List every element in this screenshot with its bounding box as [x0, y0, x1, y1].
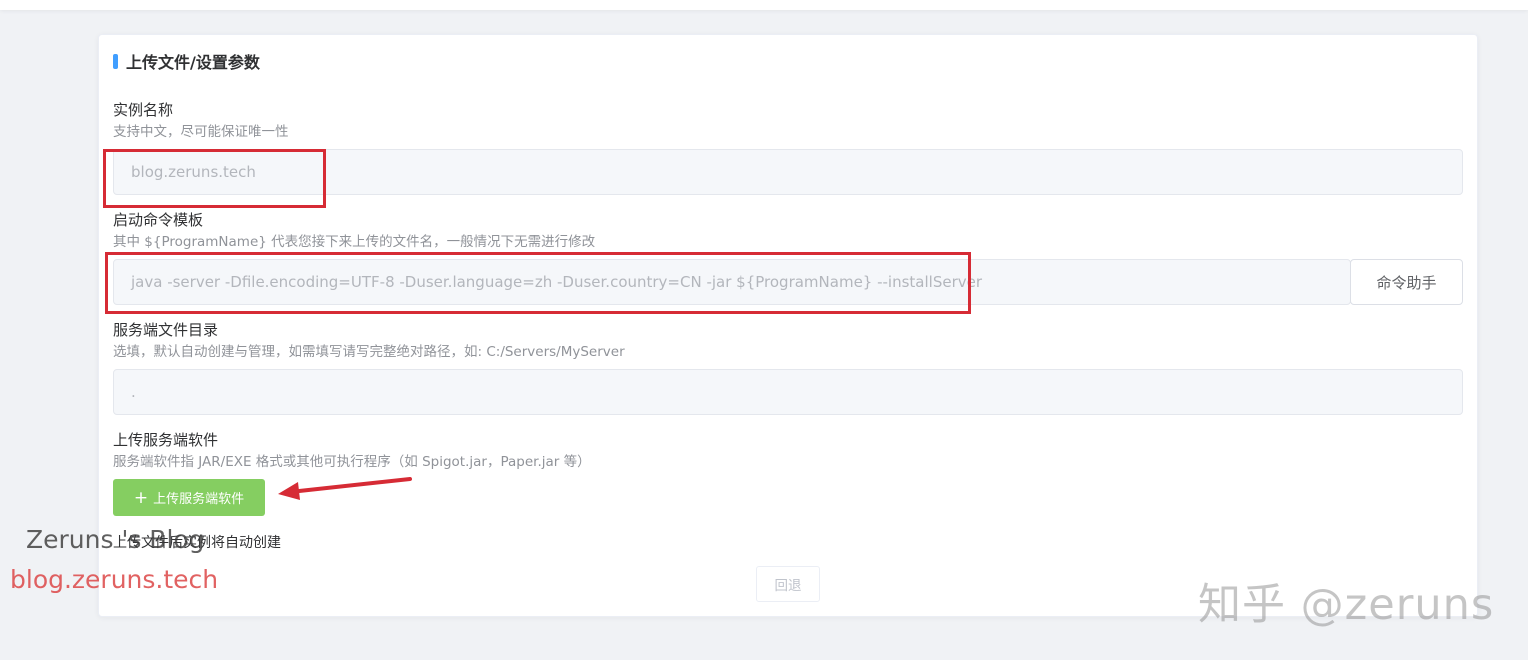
- watermark-url: blog.zeruns.tech: [10, 565, 219, 594]
- server-dir-value: .: [131, 383, 136, 401]
- start-command-hint: 其中 ${ProgramName} 代表您接下来上传的文件名，一般情况下无需进行…: [113, 234, 596, 250]
- instance-name-hint: 支持中文，尽可能保证唯一性: [113, 124, 289, 140]
- upload-server-software-button[interactable]: + 上传服务端软件: [113, 479, 265, 516]
- instance-name-label: 实例名称: [113, 101, 174, 119]
- arrow-left-icon: [278, 477, 412, 500]
- upload-hint: 服务端软件指 JAR/EXE 格式或其他可执行程序（如 Spigot.jar，P…: [113, 454, 591, 470]
- back-button[interactable]: 回退: [756, 566, 820, 602]
- section-title-accent-bar: [113, 53, 118, 69]
- section-title-text: 上传文件/设置参数: [126, 53, 260, 72]
- command-helper-button[interactable]: 命令助手: [1350, 259, 1463, 305]
- server-dir-input[interactable]: .: [113, 369, 1463, 415]
- section-title: 上传文件/设置参数: [113, 51, 260, 72]
- highlight-box-instance-name: [103, 149, 326, 208]
- highlight-box-start-command: [105, 252, 971, 314]
- server-dir-hint: 选填，默认自动创建与管理，如需填写请写完整绝对路径，如: C:/Servers/…: [113, 344, 625, 360]
- top-navbar: [0, 0, 1528, 10]
- watermark-brand: Zeruns 's Blog: [26, 525, 205, 554]
- upload-settings-card: 上传文件/设置参数 实例名称 支持中文，尽可能保证唯一性 blog.zeruns…: [98, 34, 1478, 617]
- watermark-zhihu: 知乎 @zeruns: [1198, 580, 1495, 630]
- plus-icon: +: [133, 487, 149, 508]
- server-dir-label: 服务端文件目录: [113, 321, 219, 339]
- upload-label: 上传服务端软件: [113, 431, 219, 449]
- upload-button-label: 上传服务端软件: [153, 492, 245, 507]
- start-command-label: 启动命令模板: [113, 211, 204, 229]
